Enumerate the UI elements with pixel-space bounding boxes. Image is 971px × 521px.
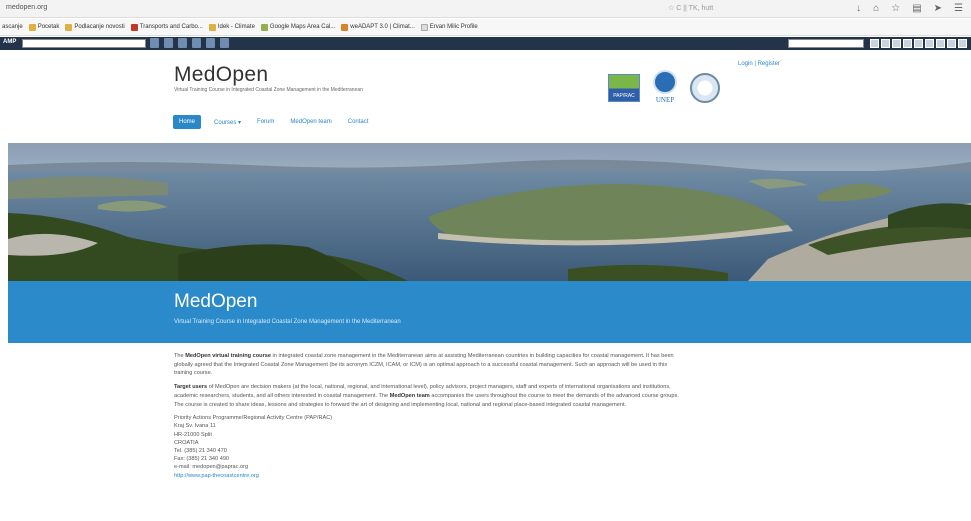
window-icon[interactable]: [220, 38, 229, 48]
menu-item-courses[interactable]: Courses ▾: [211, 116, 244, 129]
bookmark-item[interactable]: Google Maps Area Cal...: [260, 23, 335, 31]
home-icon[interactable]: ⌂: [873, 2, 879, 16]
target-users-paragraph: Target users of MedOpen are decision mak…: [174, 384, 679, 408]
address-email[interactable]: e-mail: medopen@paprac.org: [174, 463, 682, 471]
toolbar-button[interactable]: [914, 39, 923, 48]
menu-item-medopen-team[interactable]: MedOpen team: [287, 116, 334, 128]
toolbar-button[interactable]: [925, 39, 934, 48]
search-hint: ☆ C || TK, hutt: [668, 5, 714, 12]
toolbar-button[interactable]: [892, 39, 901, 48]
login-register-link[interactable]: Login | Register: [738, 61, 780, 67]
download-icon[interactable]: ↓: [856, 2, 861, 16]
maps-icon: [260, 23, 268, 31]
site-title[interactable]: MedOpen: [174, 63, 268, 87]
website-link[interactable]: http://www.pap-thecoastcentre.org: [174, 473, 259, 479]
bookmark-icon: [341, 23, 349, 31]
menu-item-contact[interactable]: Contact: [345, 116, 372, 128]
info-icon[interactable]: [178, 38, 187, 48]
address-city: HR-21000 Split: [174, 431, 212, 438]
bookmark-item[interactable]: Transports and Carbo...: [130, 23, 203, 31]
toolbar-search-input[interactable]: [22, 39, 146, 48]
bookmark-item[interactable]: Ervan Milic Profile: [420, 23, 478, 31]
bookmark-item[interactable]: ascanje: [2, 24, 23, 30]
toolbar-label: AMP: [3, 39, 17, 45]
addon-toolbar: AMP: [0, 37, 971, 50]
library-icon[interactable]: ▤: [912, 2, 921, 16]
site-header: MedOpen Virtual Training Course in Integ…: [0, 51, 971, 143]
hero-panorama-image: [8, 143, 971, 281]
globe-icon: [653, 70, 677, 94]
banner-subtitle: Virtual Training Course in Integrated Co…: [174, 319, 401, 325]
main-menu: Home Courses ▾ Forum MedOpen team Contac…: [173, 115, 371, 129]
bookmark-icon: [130, 23, 138, 31]
pap-rac-logo[interactable]: PAP/RAC: [608, 74, 640, 102]
address-bar[interactable]: medopen.org: [6, 4, 47, 11]
toolbar-secondary-input[interactable]: [788, 39, 864, 48]
browser-icons: ↓ ⌂ ☆ ▤ ➤ ☰: [856, 2, 963, 16]
toolbar-button[interactable]: [936, 39, 945, 48]
main-content: The MedOpen virtual training course in i…: [174, 352, 682, 480]
browser-title-bar: medopen.org ☆ C || TK, hutt ↓ ⌂ ☆ ▤ ➤ ☰: [0, 0, 971, 18]
bookmark-item[interactable]: weADAPT 3.0 | Climat...: [341, 23, 415, 31]
bookmark-icon: [28, 23, 36, 31]
search-icon[interactable]: [150, 38, 159, 48]
address-street: Kraj Sv. Ivana 11: [174, 423, 216, 430]
toolbar-button[interactable]: [881, 39, 890, 48]
page-icon: [420, 23, 428, 31]
banner-title: MedOpen: [174, 291, 258, 312]
music-icon[interactable]: [206, 38, 215, 48]
menu-item-home[interactable]: Home: [173, 115, 202, 129]
bookmark-item[interactable]: Pocetak: [28, 23, 59, 31]
banner: MedOpen Virtual Training Course in Integ…: [8, 281, 971, 343]
address-org: Priority Actions Programme/Regional Acti…: [174, 415, 333, 422]
toolbar-button[interactable]: [903, 39, 912, 48]
folder-icon: [65, 23, 73, 31]
partner-logos: PAP/RAC UNEP: [608, 70, 720, 106]
bookmark-item[interactable]: Podlacanje novosti: [65, 23, 125, 31]
address-country: CROATIA: [174, 439, 199, 446]
toolbar-button[interactable]: [870, 39, 879, 48]
send-icon[interactable]: ➤: [934, 2, 942, 16]
bookmark-item[interactable]: Idek - Climate: [208, 23, 255, 31]
toolbar-button[interactable]: [958, 39, 967, 48]
folder-icon: [208, 23, 216, 31]
intro-paragraph: The MedOpen virtual training course in i…: [174, 353, 674, 377]
toolbar-icons: [150, 38, 229, 48]
toolbar-right-buttons: [870, 39, 967, 48]
contact-address: Priority Actions Programme/Regional Acti…: [174, 414, 682, 480]
bookmarks-bar: ascanje Pocetak Podlacanje novosti Trans…: [0, 19, 971, 36]
barcelona-convention-logo[interactable]: [690, 73, 720, 103]
address-tel: Tel. (385) 21 340 470: [174, 448, 227, 455]
unep-logo[interactable]: UNEP: [648, 70, 682, 106]
menu-icon[interactable]: ☰: [954, 2, 963, 16]
address-fax: Fax: (385) 21 340 490: [174, 456, 230, 463]
bookmark-star-icon[interactable]: ☆: [891, 2, 900, 16]
site-subtitle: Virtual Training Course in Integrated Co…: [174, 87, 363, 93]
user-icon[interactable]: [192, 38, 201, 48]
menu-item-forum[interactable]: Forum: [254, 116, 277, 128]
toolbar-button[interactable]: [947, 39, 956, 48]
record-icon[interactable]: [164, 38, 173, 48]
